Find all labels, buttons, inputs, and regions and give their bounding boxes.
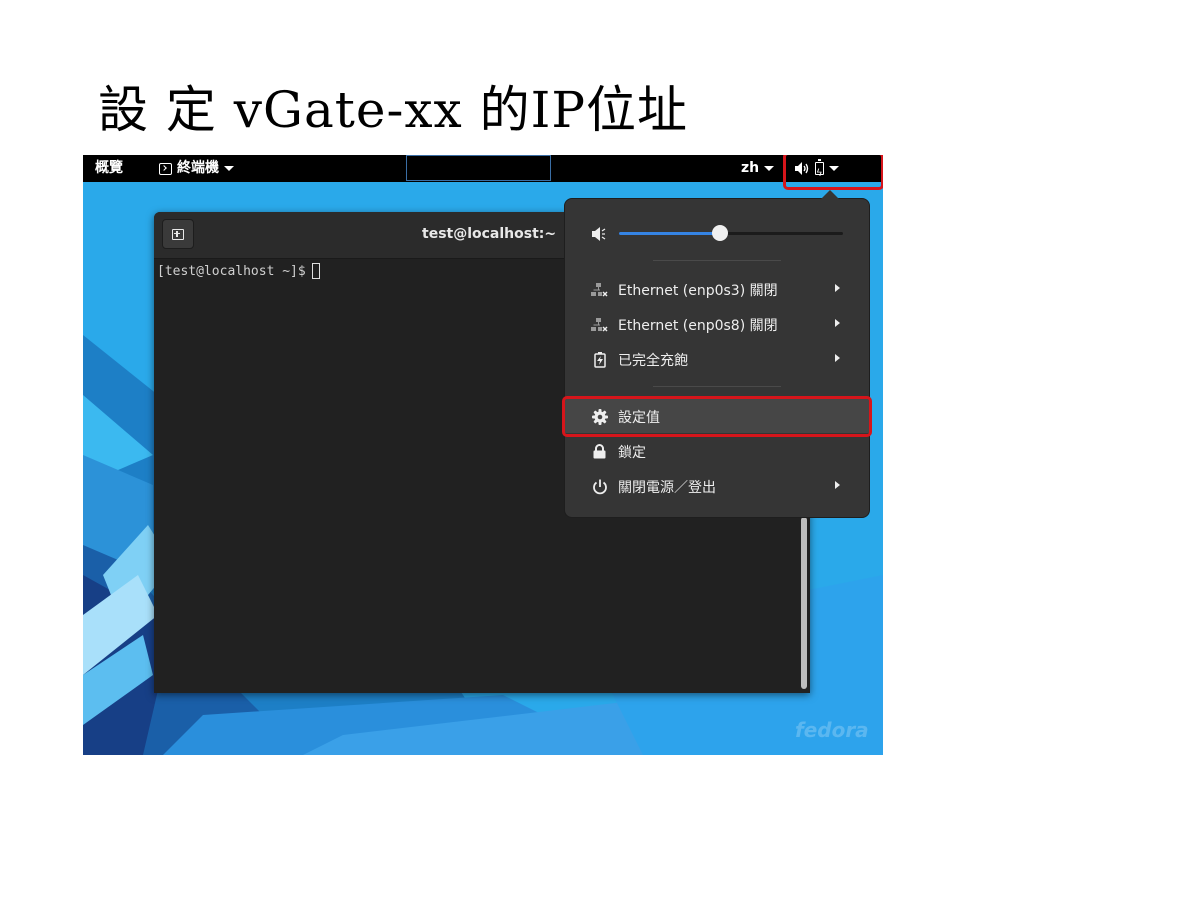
menu-item-label: 已完全充飽 <box>618 353 688 369</box>
fedora-watermark: fedora <box>795 718 869 742</box>
volume-slider-fill <box>619 232 720 235</box>
app-menu-label: 終端機 <box>177 160 219 176</box>
menu-separator <box>653 260 781 261</box>
system-menu-popover: Ethernet (enp0s3) 關閉 Ethernet (enp0s8) 關… <box>562 190 872 518</box>
menu-item-label: Ethernet (enp0s8) 關閉 <box>618 318 778 334</box>
network-disconnected-icon <box>591 316 608 333</box>
slide-title: 設 定 vGate-xx 的IP位址 <box>98 81 689 139</box>
menu-item-battery[interactable]: 已完全充飽 <box>565 342 869 376</box>
annotation-highlight-settings <box>562 396 872 437</box>
volume-slider-handle[interactable] <box>711 225 728 241</box>
lock-icon <box>591 443 608 460</box>
new-tab-button[interactable] <box>162 219 194 249</box>
chevron-right-icon <box>835 284 840 292</box>
menu-separator <box>653 386 781 387</box>
menu-item-ethernet-enp0s3[interactable]: Ethernet (enp0s3) 關閉 <box>565 272 869 306</box>
desktop-screenshot: fedora 概覽 終端機 zh te <box>83 155 883 755</box>
power-icon <box>591 478 608 495</box>
app-menu[interactable]: 終端機 <box>159 155 234 182</box>
terminal-title: test@localhost:~ <box>422 226 557 242</box>
language-label: zh <box>741 160 760 176</box>
menu-item-power-off[interactable]: 關閉電源／登出 <box>565 469 869 503</box>
activities-button[interactable]: 概覽 <box>95 155 123 182</box>
chevron-right-icon <box>835 481 840 489</box>
battery-charging-icon <box>591 351 608 368</box>
volume-slider[interactable] <box>619 225 843 241</box>
annotation-highlight-status-menu <box>783 155 883 190</box>
text-cursor <box>311 263 320 279</box>
language-selector[interactable]: zh <box>741 155 775 182</box>
menu-item-label: 鎖定 <box>618 445 646 461</box>
menu-item-label: Ethernet (enp0s3) 關閉 <box>618 283 778 299</box>
chevron-right-icon <box>835 319 840 327</box>
volume-low-icon <box>592 227 606 241</box>
volume-row <box>591 224 851 244</box>
chevron-down-icon <box>224 166 234 171</box>
chevron-down-icon <box>764 166 775 171</box>
menu-item-lock[interactable]: 鎖定 <box>565 434 869 468</box>
new-tab-icon <box>172 228 184 240</box>
terminal-app-icon <box>159 162 172 175</box>
network-disconnected-icon <box>591 281 608 298</box>
menu-item-label: 關閉電源／登出 <box>618 480 716 496</box>
chevron-right-icon <box>835 354 840 362</box>
shell-prompt: [test@localhost ~]$ <box>157 263 306 279</box>
clock-area[interactable] <box>406 155 551 181</box>
top-bar: 概覽 終端機 zh <box>83 155 883 187</box>
menu-item-ethernet-enp0s8[interactable]: Ethernet (enp0s8) 關閉 <box>565 307 869 341</box>
terminal-scrollbar[interactable] <box>801 517 807 689</box>
